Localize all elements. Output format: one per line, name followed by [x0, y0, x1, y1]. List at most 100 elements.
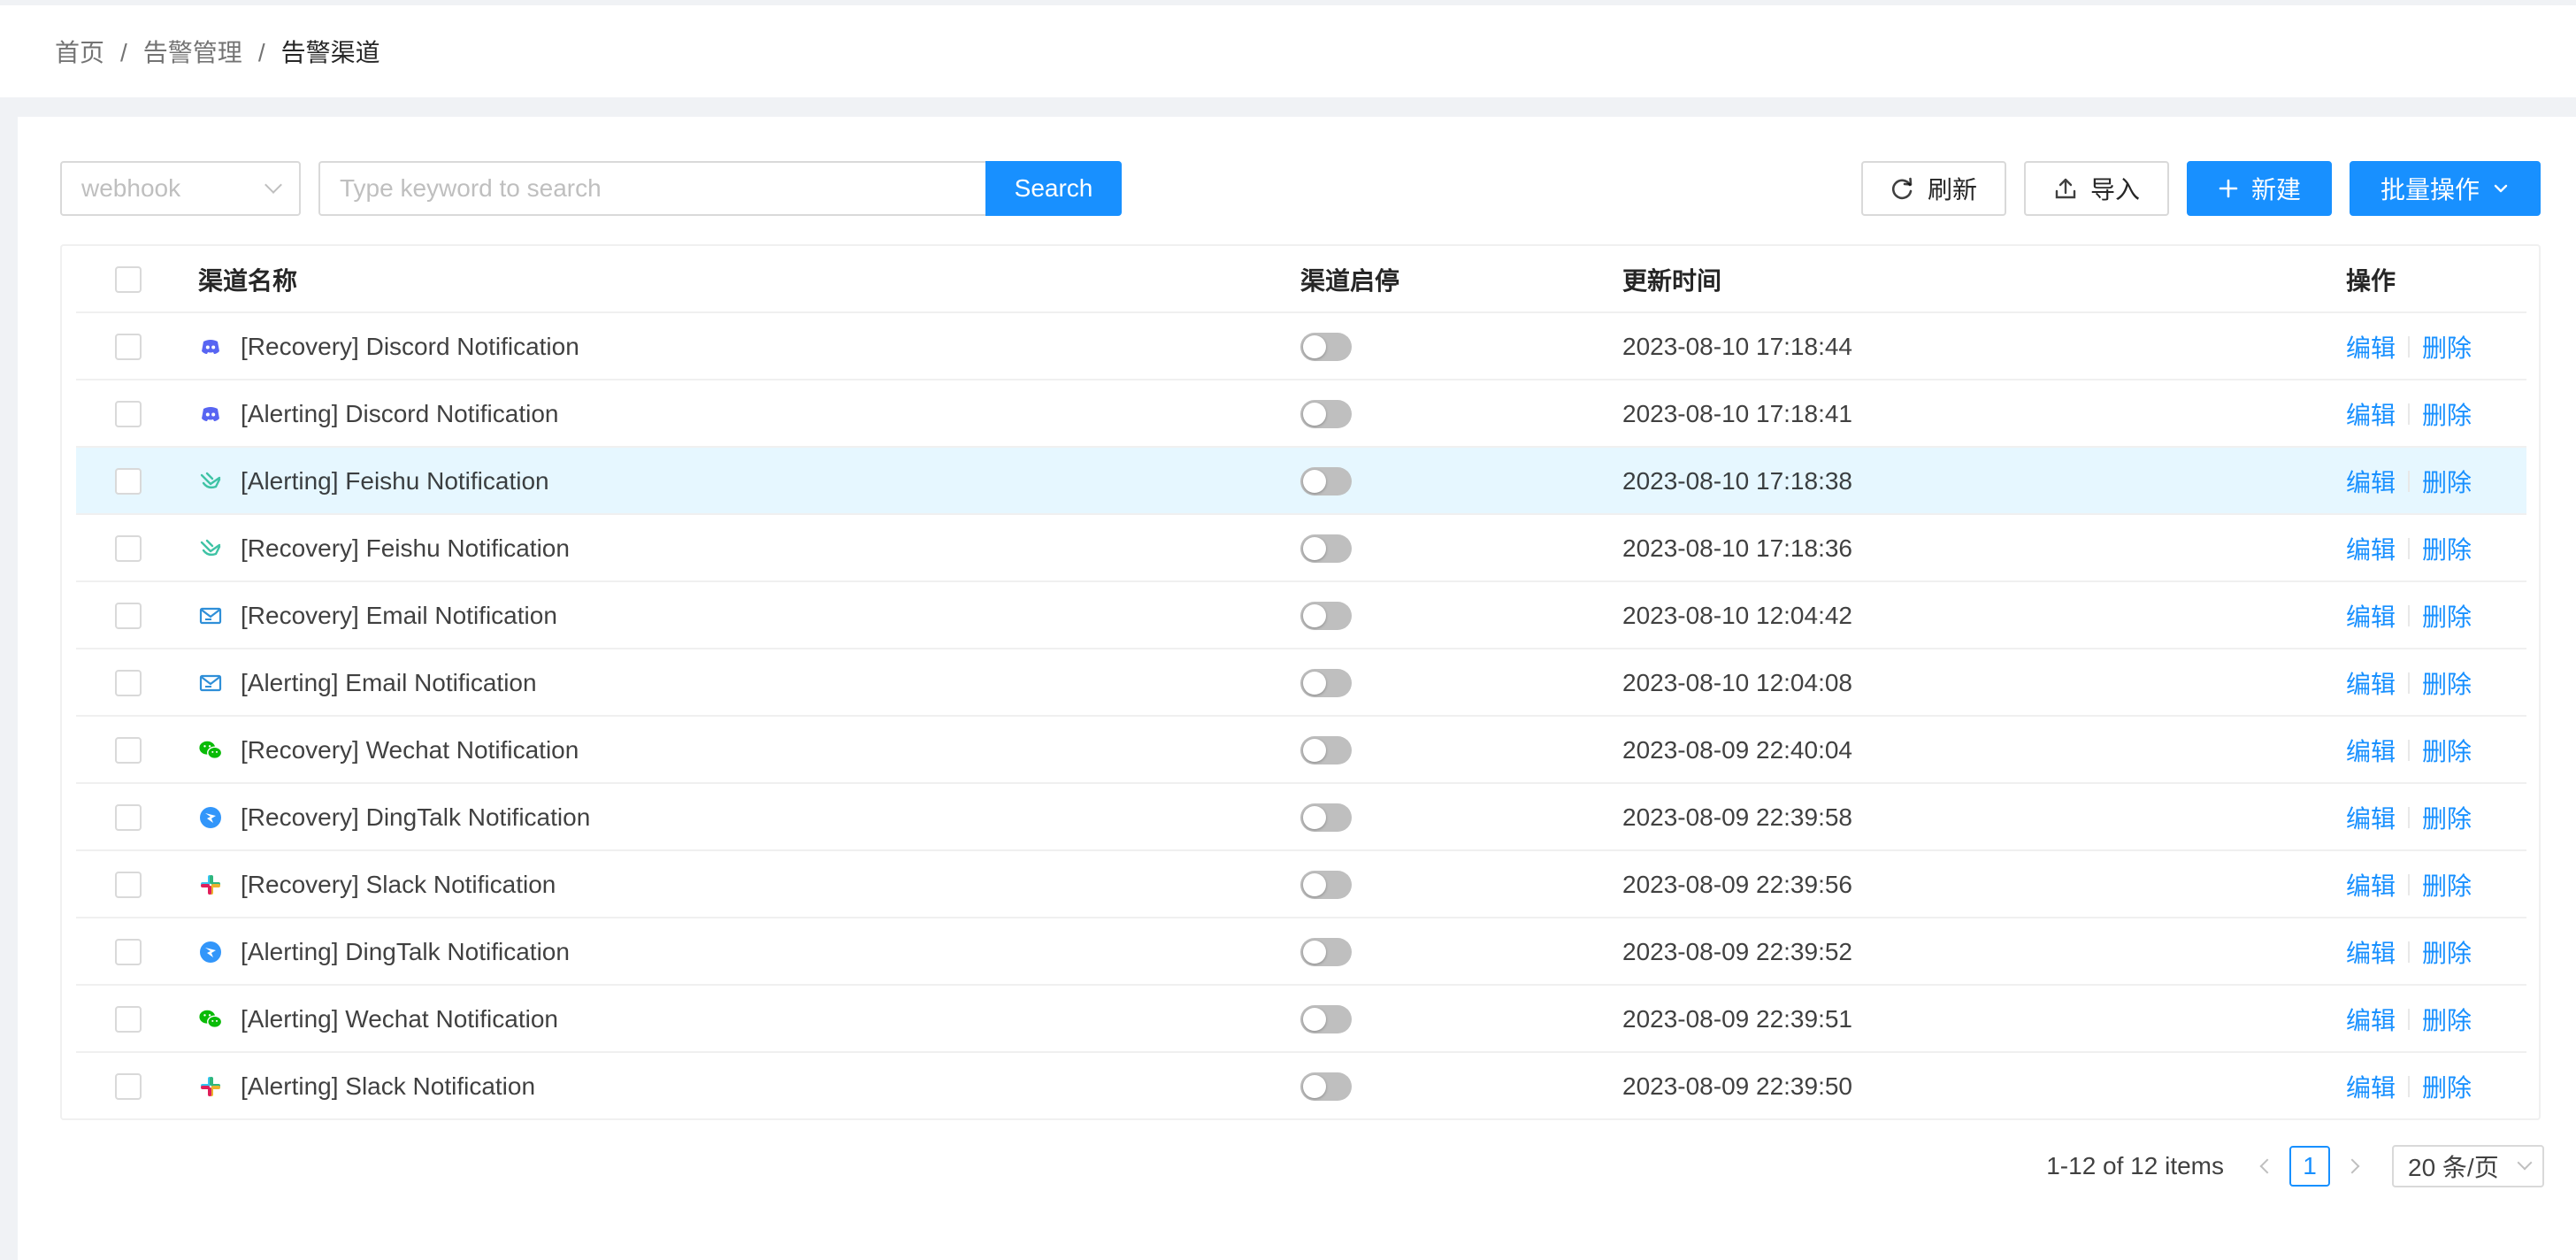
slack-icon	[198, 872, 223, 897]
edit-link[interactable]: 编辑	[2346, 867, 2396, 903]
row-checkbox[interactable]	[115, 804, 142, 831]
dingtalk-icon	[198, 940, 223, 964]
feishu-icon	[198, 469, 223, 494]
status-cell	[1300, 313, 1352, 380]
row-checkbox[interactable]	[115, 535, 142, 562]
row-checkbox[interactable]	[115, 1073, 142, 1100]
edit-link[interactable]: 编辑	[2346, 1069, 2396, 1104]
page-size-value: 20 条/页	[2408, 1154, 2499, 1181]
chevron-left-icon[interactable]	[2245, 1158, 2284, 1174]
action-divider	[2408, 1009, 2411, 1030]
updated-time: 2023-08-10 17:18:38	[1622, 467, 1852, 495]
feishu-icon	[198, 536, 223, 561]
enable-toggle[interactable]	[1300, 534, 1352, 563]
edit-link[interactable]: 编辑	[2346, 396, 2396, 432]
enable-toggle[interactable]	[1300, 669, 1352, 697]
actions-cell: 编辑 删除	[2346, 784, 2472, 851]
updated-time: 2023-08-09 22:39:50	[1622, 1072, 1852, 1100]
actions-cell: 编辑 删除	[2346, 717, 2472, 784]
enable-toggle[interactable]	[1300, 938, 1352, 966]
chevron-right-icon[interactable]	[2335, 1158, 2374, 1174]
channel-name: [Alerting] Email Notification	[241, 669, 537, 696]
select-all-checkbox[interactable]	[115, 266, 142, 293]
search-button[interactable]: Search	[985, 161, 1122, 216]
delete-link[interactable]: 删除	[2422, 665, 2472, 701]
table-row: [Recovery] Wechat Notification 2023-08-0…	[76, 717, 2526, 784]
edit-link[interactable]: 编辑	[2346, 934, 2396, 970]
delete-link[interactable]: 删除	[2422, 531, 2472, 566]
dingtalk-icon	[198, 805, 223, 830]
action-divider	[2408, 941, 2411, 963]
enable-toggle[interactable]	[1300, 467, 1352, 496]
pagination-total: 1-12 of 12 items	[2046, 1152, 2224, 1179]
edit-link[interactable]: 编辑	[2346, 464, 2396, 499]
delete-link[interactable]: 删除	[2422, 800, 2472, 835]
import-button[interactable]: 导入	[2024, 161, 2169, 216]
enable-toggle[interactable]	[1300, 803, 1352, 832]
edit-link[interactable]: 编辑	[2346, 329, 2396, 365]
edit-link[interactable]: 编辑	[2346, 598, 2396, 634]
search-input[interactable]	[318, 161, 987, 216]
enable-toggle[interactable]	[1300, 400, 1352, 428]
breadcrumb-alert-management[interactable]: 告警管理	[143, 39, 242, 66]
action-divider	[2408, 672, 2411, 694]
column-header-name[interactable]: 渠道名称	[198, 246, 297, 313]
refresh-icon	[1890, 176, 1915, 201]
upload-icon	[2053, 176, 2078, 201]
row-checkbox[interactable]	[115, 939, 142, 965]
updated-time: 2023-08-10 12:04:08	[1622, 669, 1852, 696]
enable-toggle[interactable]	[1300, 333, 1352, 361]
delete-link[interactable]: 删除	[2422, 329, 2472, 365]
delete-link[interactable]: 删除	[2422, 598, 2472, 634]
row-checkbox[interactable]	[115, 603, 142, 629]
page-size-select[interactable]: 20 条/页	[2392, 1145, 2544, 1187]
batch-actions-button[interactable]: 批量操作	[2350, 161, 2541, 216]
enable-toggle[interactable]	[1300, 1005, 1352, 1033]
delete-link[interactable]: 删除	[2422, 1069, 2472, 1104]
channel-name-cell: [Recovery] Email Notification	[198, 582, 557, 649]
channel-type-select[interactable]: webhook	[60, 161, 301, 216]
refresh-button[interactable]: 刷新	[1861, 161, 2006, 216]
edit-link[interactable]: 编辑	[2346, 733, 2396, 768]
edit-link[interactable]: 编辑	[2346, 1002, 2396, 1037]
updated-time: 2023-08-09 22:39:51	[1622, 1005, 1852, 1033]
table-row: [Recovery] Discord Notification 2023-08-…	[76, 313, 2526, 380]
column-header-updated[interactable]: 更新时间	[1622, 246, 1721, 313]
row-checkbox[interactable]	[115, 468, 142, 495]
action-divider	[2408, 740, 2411, 761]
row-checkbox[interactable]	[115, 737, 142, 764]
updated-time: 2023-08-10 17:18:41	[1622, 400, 1852, 427]
row-checkbox[interactable]	[115, 1006, 142, 1033]
delete-link[interactable]: 删除	[2422, 934, 2472, 970]
edit-link[interactable]: 编辑	[2346, 531, 2396, 566]
enable-toggle[interactable]	[1300, 1072, 1352, 1101]
actions-cell: 编辑 删除	[2346, 918, 2472, 986]
channel-name: [Alerting] Slack Notification	[241, 1072, 536, 1100]
delete-link[interactable]: 删除	[2422, 867, 2472, 903]
delete-link[interactable]: 删除	[2422, 396, 2472, 432]
delete-link[interactable]: 删除	[2422, 464, 2472, 499]
status-cell	[1300, 649, 1352, 717]
pagination: 1-12 of 12 items 1 20 条/页	[2046, 1145, 2544, 1187]
enable-toggle[interactable]	[1300, 871, 1352, 899]
delete-link[interactable]: 删除	[2422, 733, 2472, 768]
row-checkbox[interactable]	[115, 872, 142, 898]
row-select-cell	[115, 918, 142, 986]
column-header-actions: 操作	[2346, 267, 2396, 295]
breadcrumb-home[interactable]: 首页	[55, 39, 104, 66]
edit-link[interactable]: 编辑	[2346, 665, 2396, 701]
updated-time: 2023-08-10 17:18:44	[1622, 333, 1852, 360]
delete-link[interactable]: 删除	[2422, 1002, 2472, 1037]
updated-time: 2023-08-09 22:39:58	[1622, 803, 1852, 831]
channel-name: [Recovery] Feishu Notification	[241, 534, 570, 562]
row-checkbox[interactable]	[115, 670, 142, 696]
row-checkbox[interactable]	[115, 401, 142, 427]
breadcrumb: 首页 / 告警管理 / 告警渠道	[55, 34, 380, 69]
row-checkbox[interactable]	[115, 334, 142, 360]
edit-link[interactable]: 编辑	[2346, 800, 2396, 835]
new-button[interactable]: 新建	[2187, 161, 2332, 216]
pagination-page-1[interactable]: 1	[2289, 1146, 2330, 1187]
enable-toggle[interactable]	[1300, 736, 1352, 764]
enable-toggle[interactable]	[1300, 602, 1352, 630]
channel-name-cell: [Alerting] Discord Notification	[198, 380, 558, 448]
